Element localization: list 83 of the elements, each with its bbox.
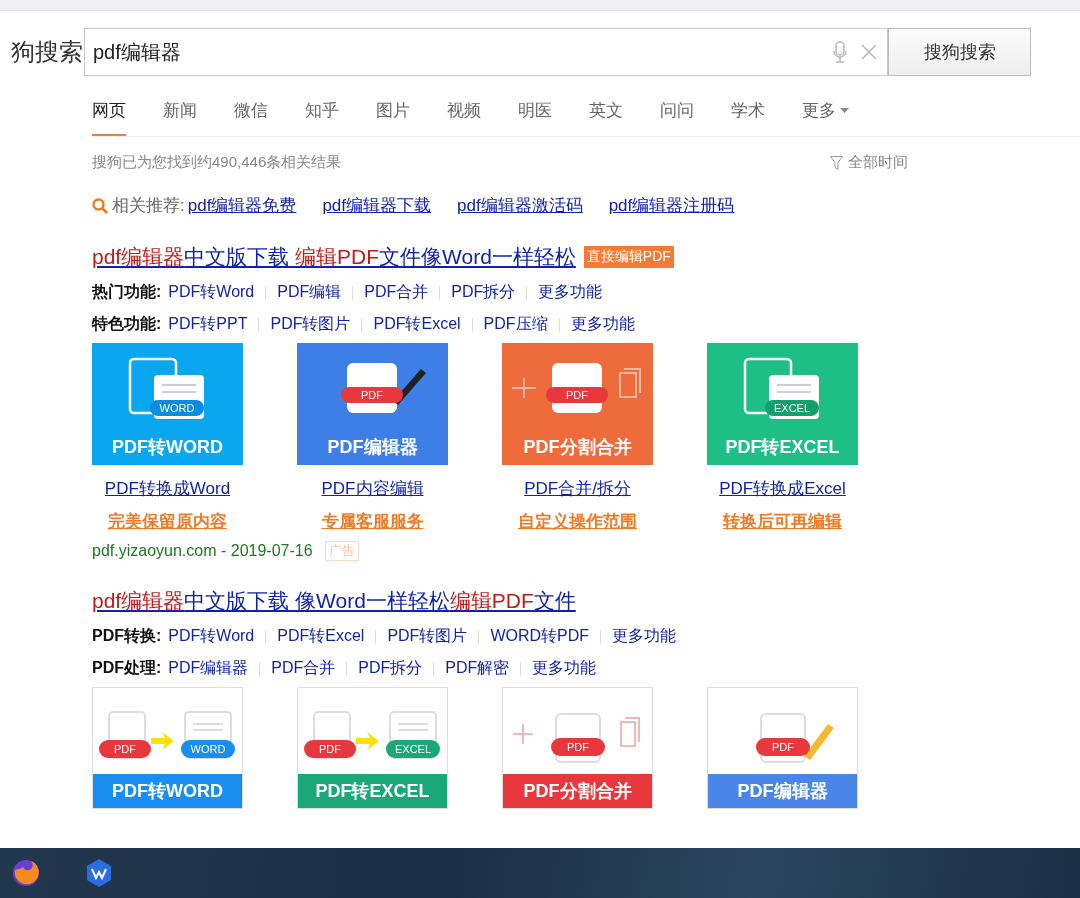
feature-link[interactable]: PDF转Excel (277, 626, 365, 647)
search-button[interactable]: 搜狗搜索 (888, 28, 1031, 76)
search-tab[interactable]: 明医 (518, 99, 552, 136)
feature-link[interactable]: PDF拆分 (358, 658, 423, 679)
feature-link[interactable]: PDF转Excel (373, 314, 461, 335)
feature-label: PDF处理: (92, 658, 162, 678)
feature-label: 特色功能: (92, 314, 162, 334)
feature-link[interactable]: PDF拆分 (451, 282, 516, 303)
banner-caption: PDF转WORD (111, 436, 224, 459)
feature-link[interactable]: 更多功能 (570, 314, 635, 335)
file-type-tag: WORD (150, 400, 204, 416)
feature-link[interactable]: PDF内容编辑 (321, 477, 424, 500)
file-type-tag: PDF (99, 740, 151, 758)
banner-caption: PDF转EXCEL (298, 774, 447, 808)
feature-banner[interactable]: PDF PDF分割合并 (502, 687, 653, 809)
search-tab[interactable]: 更多 (802, 99, 849, 136)
related-link[interactable]: pdf编辑器免费 (187, 194, 297, 217)
search-tab[interactable]: 视频 (447, 99, 481, 136)
feature-banner[interactable]: PDF PDF分割合并 (502, 343, 653, 465)
banner-caption: PDF分割合并 (522, 436, 633, 459)
feature-link[interactable]: PDF转换成Word (104, 477, 231, 500)
search-tab[interactable]: 知乎 (305, 99, 339, 136)
result-title-link[interactable]: pdf编辑器中文版下载 编辑PDF文件像Word一样轻松 (92, 243, 576, 271)
file-type-tag: EXCEL (765, 400, 819, 416)
feature-link[interactable]: PDF转Word (168, 626, 255, 647)
feature-link[interactable]: WORD转PDF (490, 626, 590, 647)
feature-link[interactable]: PDF转图片 (387, 626, 468, 647)
file-type-tag: PDF (341, 387, 403, 403)
banner-caption: PDF编辑器 (708, 774, 857, 808)
file-type-tag: PDF (546, 387, 608, 403)
feature-link[interactable]: PDF解密 (445, 658, 510, 679)
feature-banner[interactable]: PDF PDF编辑器 (707, 687, 858, 809)
search-tab[interactable]: 英文 (589, 99, 623, 136)
feature-link[interactable]: PDF合并 (364, 282, 429, 303)
search-tab[interactable]: 图片 (376, 99, 410, 136)
file-type-tag: WORD (181, 740, 235, 758)
feature-banner[interactable]: PDF WORD PDF转WORD (92, 687, 243, 809)
feature-link[interactable]: 更多功能 (538, 282, 603, 303)
search-tab[interactable]: 微信 (234, 99, 268, 136)
file-type-tag: EXCEL (386, 740, 440, 758)
result-url: pdf.yizaoyun.com - 2019-07-16 (92, 542, 313, 560)
feature-label: PDF转换: (92, 626, 162, 646)
browser-icon[interactable] (11, 858, 41, 888)
banner-caption: PDF编辑器 (326, 436, 419, 459)
file-type-tag: PDF (551, 738, 605, 756)
search-tab[interactable]: 网页 (92, 99, 126, 136)
feature-link[interactable]: PDF编辑 (277, 282, 342, 303)
hexagon-icon[interactable] (85, 858, 113, 888)
search-icon (92, 197, 108, 214)
feature-banner[interactable]: PDF PDF编辑器 (297, 343, 448, 465)
feature-link[interactable]: 更多功能 (612, 626, 677, 647)
result-title-link[interactable]: pdf编辑器中文版下载 像Word一样轻松编辑PDF文件 (92, 587, 576, 615)
feature-link[interactable]: PDF编辑器 (168, 658, 249, 679)
time-filter[interactable]: 全部时间 (830, 153, 908, 172)
feature-link[interactable]: 更多功能 (532, 658, 597, 679)
search-tab[interactable]: 问问 (660, 99, 694, 136)
file-type-tag: PDF (756, 738, 810, 756)
banner-caption: PDF转EXCEL (724, 436, 841, 459)
banner-caption: PDF转WORD (93, 774, 242, 808)
feature-link[interactable]: PDF转换成Excel (719, 477, 846, 500)
feature-link[interactable]: PDF转图片 (270, 314, 351, 335)
feature-link[interactable]: PDF合并 (271, 658, 336, 679)
related-link[interactable]: pdf编辑器激活码 (457, 194, 583, 217)
promo-badge: 直接编辑PDF (583, 246, 674, 268)
feature-banner[interactable]: WORD PDF转WORD (92, 343, 243, 465)
banner-caption: PDF分割合并 (503, 774, 652, 808)
feature-label: 热门功能: (92, 282, 162, 302)
related-link[interactable]: pdf编辑器下载 (322, 194, 431, 217)
feature-link[interactable]: PDF合并/拆分 (524, 477, 631, 500)
feature-banner[interactable]: PDF EXCEL PDF转EXCEL (297, 687, 448, 809)
ad-label: 广告 (324, 541, 359, 561)
related-link[interactable]: pdf编辑器注册码 (608, 194, 735, 217)
file-type-tag: PDF (304, 740, 356, 758)
feature-link[interactable]: PDF转PPT (168, 314, 248, 335)
search-tab[interactable]: 新闻 (163, 99, 197, 136)
feature-link[interactable]: PDF转Word (168, 282, 255, 303)
caret-icon (840, 108, 849, 113)
site-logo[interactable]: 狗搜索 (0, 36, 83, 68)
feature-link[interactable]: PDF压缩 (483, 314, 548, 335)
search-tab[interactable]: 学术 (731, 99, 765, 136)
filter-icon (830, 155, 843, 170)
related-label: 相关推荐: (112, 195, 185, 217)
result-count: 搜狗已为您找到约490,446条相关结果 (92, 153, 342, 172)
